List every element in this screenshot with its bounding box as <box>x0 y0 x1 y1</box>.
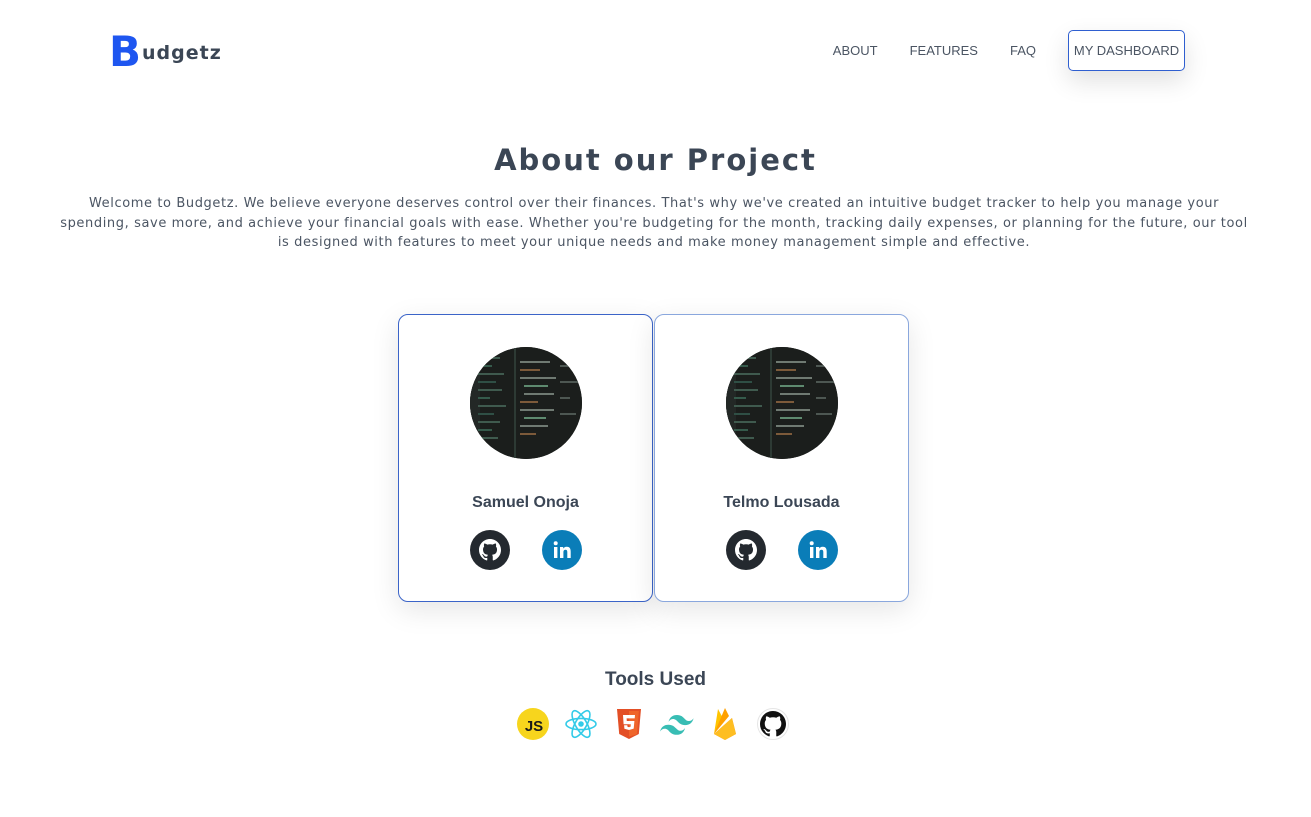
team-card: Samuel Onoja <box>398 314 653 602</box>
firebase-icon <box>708 707 742 741</box>
avatar <box>470 347 582 459</box>
my-dashboard-button[interactable]: MY DASHBOARD <box>1068 30 1185 71</box>
avatar <box>726 347 838 459</box>
javascript-icon: JS <box>516 707 550 741</box>
react-icon <box>564 707 598 741</box>
team-card: Telmo Lousada <box>654 314 909 602</box>
github-icon <box>756 707 790 741</box>
tailwind-icon <box>660 707 694 741</box>
nav-link-about[interactable]: ABOUT <box>833 43 878 58</box>
about-title: About our Project <box>494 143 817 177</box>
tools-list: JS <box>516 707 790 741</box>
member-name: Telmo Lousada <box>723 494 840 511</box>
code-screen-image <box>470 347 582 459</box>
svg-text:JS: JS <box>525 718 543 735</box>
member-name: Samuel Onoja <box>472 494 579 511</box>
linkedin-icon <box>809 541 827 558</box>
nav-link-faq[interactable]: FAQ <box>1010 43 1036 58</box>
linkedin-link[interactable] <box>542 530 582 570</box>
logo-text: udgetz <box>142 42 222 64</box>
logo[interactable]: B udgetz <box>109 27 222 76</box>
html5-icon <box>612 707 646 741</box>
nav-link-features[interactable]: FEATURES <box>910 43 978 58</box>
logo-mark: B <box>109 27 142 76</box>
site-header: B udgetz ABOUT FEATURES FAQ MY DASHBOARD <box>0 0 1311 100</box>
linkedin-link[interactable] <box>798 530 838 570</box>
code-screen-image <box>726 347 838 459</box>
about-description: Welcome to Budgetz. We believe everyone … <box>60 196 1248 250</box>
github-icon <box>735 539 757 561</box>
github-link[interactable] <box>726 530 766 570</box>
linkedin-icon <box>553 541 571 558</box>
tools-title: Tools Used <box>605 669 706 690</box>
main-nav: ABOUT FEATURES FAQ MY DASHBOARD <box>833 30 1185 71</box>
github-link[interactable] <box>470 530 510 570</box>
github-icon <box>479 539 501 561</box>
